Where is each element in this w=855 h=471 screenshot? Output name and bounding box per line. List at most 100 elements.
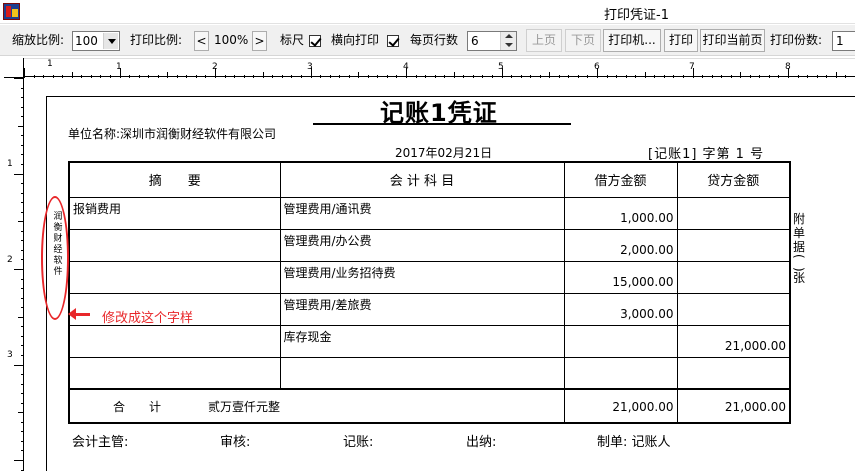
ruler-corner — [4, 58, 24, 78]
row-debit: 3,000.00 — [563, 292, 678, 326]
zoom-value: 100 — [75, 34, 98, 48]
voucher-number: [记账1] 字第 1 号 — [648, 147, 765, 162]
header-summary: 摘 要 — [68, 161, 281, 198]
row-account: 管理费用/办公费 — [279, 228, 565, 262]
row-summary — [68, 260, 281, 294]
row-debit — [563, 356, 678, 390]
total-row: 合 计 贰万壹仟元整 21,000.00 21,000.00 — [68, 388, 791, 424]
h-ruler-label: 6 — [594, 62, 600, 72]
copies-value: 1 — [836, 34, 844, 48]
total-credit: 21,000.00 — [676, 388, 791, 424]
title-underline — [313, 123, 571, 125]
header-account: 会 计 科 目 — [279, 161, 565, 198]
copies-label: 打印份数: — [770, 33, 823, 47]
row-credit — [676, 292, 791, 326]
annotation-note: 修改成这个字样 — [102, 311, 194, 326]
h-ruler-label: 4 — [403, 62, 409, 72]
header-debit: 借方金额 — [563, 161, 678, 198]
app-logo-icon — [3, 3, 20, 20]
scale-decrease-button[interactable]: < — [194, 31, 209, 51]
row-summary: 报销费用 — [68, 196, 281, 230]
row-credit — [676, 228, 791, 262]
voucher-date: 2017年02月21日 — [395, 146, 493, 160]
row-credit: 21,000.00 — [676, 324, 791, 358]
total-amount-words: 贰万壹仟元整 — [208, 399, 281, 414]
zoom-label: 缩放比例: — [12, 33, 65, 47]
annotation-arrow-shaft — [72, 313, 90, 316]
ruler-checkbox[interactable] — [309, 35, 321, 47]
attachment-prefix: 附单据 — [792, 212, 805, 254]
rows-per-page-stepper[interactable]: 6 — [467, 31, 517, 51]
landscape-checkbox[interactable] — [387, 35, 399, 47]
prev-page-button[interactable]: 上页 — [526, 29, 562, 52]
table-row: 管理费用/办公费 2,000.00 — [68, 228, 791, 262]
row-account: 管理费用/通讯费 — [279, 196, 565, 230]
horizontal-ruler: 1 1 2 3 4 5 6 7 8 — [24, 58, 855, 78]
h-ruler-label: 8 — [785, 62, 791, 72]
vertical-ruler: 1 2 3 — [4, 78, 24, 471]
print-button[interactable]: 打印 — [664, 29, 698, 52]
header-credit: 贷方金额 — [676, 161, 791, 198]
total-debit: 21,000.00 — [563, 388, 678, 424]
unit-name: 深圳市润衡财经软件有限公司 — [120, 127, 277, 141]
footer-supervisor: 会计主管: — [72, 435, 129, 450]
row-account: 管理费用/业务招待费 — [279, 260, 565, 294]
window-title: 打印凭证-1 — [604, 8, 669, 23]
table-row: 库存现金 21,000.00 — [68, 324, 791, 358]
print-scale-label: 打印比例: — [130, 33, 183, 47]
unit-name-line: 单位名称:深圳市润衡财经软件有限公司 — [68, 125, 276, 142]
vertical-ruler-ticks — [14, 78, 24, 471]
table-row: 报销费用 管理费用/通讯费 1,000.00 — [68, 196, 791, 230]
row-credit — [676, 260, 791, 294]
print-toolbar: 缩放比例: 100 打印比例: < 100% > 标尺 横向打印 每页行数 6 … — [0, 25, 855, 56]
attachment-count: 附单据 ( ) 张 — [792, 212, 806, 285]
row-summary — [68, 228, 281, 262]
next-page-button[interactable]: 下页 — [565, 29, 601, 52]
title-bar: 打印凭证-1 — [0, 0, 855, 24]
total-label: 合 计 — [113, 399, 162, 414]
h-ruler-label: 2 — [212, 62, 218, 72]
copies-stepper[interactable]: 1 — [832, 31, 855, 51]
row-debit: 1,000.00 — [563, 196, 678, 230]
ruler-label: 标尺 — [280, 33, 305, 47]
attachment-paren-open: ( — [792, 254, 806, 259]
v-ruler-label: 3 — [7, 350, 13, 360]
h-ruler-label: 3 — [307, 62, 313, 72]
table-row: 管理费用/业务招待费 15,000.00 — [68, 260, 791, 294]
annotation-ellipse — [41, 196, 69, 320]
h-ruler-label: 5 — [498, 62, 504, 72]
row-credit — [676, 356, 791, 390]
footer-cashier: 出纳: — [466, 435, 497, 450]
row-summary — [68, 324, 281, 358]
voucher-table: 摘 要 会 计 科 目 借方金额 贷方金额 报销费用 管理费用/通讯费 1,00… — [68, 161, 791, 424]
h-ruler-label: 1 — [116, 62, 122, 72]
v-ruler-label: 2 — [7, 255, 13, 265]
row-account: 库存现金 — [279, 324, 565, 358]
attachment-suffix: 张 — [792, 271, 805, 286]
footer-maker: 制单: 记账人 — [597, 435, 671, 450]
footer-bookkeeper: 记账: — [343, 435, 374, 450]
print-voucher-window: 打印凭证-1 缩放比例: 100 打印比例: < 100% > 标尺 横向打印 … — [0, 0, 855, 471]
zoom-select[interactable]: 100 — [72, 31, 120, 51]
landscape-label: 横向打印 — [331, 33, 380, 47]
row-summary — [68, 356, 281, 390]
row-debit: 15,000.00 — [563, 260, 678, 294]
voucher-header-row: 摘 要 会 计 科 目 借方金额 贷方金额 — [68, 161, 791, 198]
table-row — [68, 356, 791, 390]
printer-button[interactable]: 打印机... — [603, 29, 661, 52]
spin-arrows-icon[interactable] — [500, 32, 516, 50]
row-debit: 2,000.00 — [563, 228, 678, 262]
horizontal-ruler-ticks — [24, 68, 846, 78]
unit-label: 单位名称: — [68, 127, 121, 141]
row-account: 管理费用/差旅费 — [279, 292, 565, 326]
h-ruler-label: 1 — [47, 59, 53, 69]
print-current-page-button[interactable]: 打印当前页 — [700, 29, 765, 52]
scale-increase-button[interactable]: > — [252, 31, 267, 51]
row-credit — [676, 196, 791, 230]
h-ruler-label: 7 — [689, 62, 695, 72]
total-cell: 合 计 贰万壹仟元整 — [68, 388, 565, 424]
chevron-down-icon[interactable] — [103, 33, 118, 49]
print-scale-value: 100% — [214, 33, 249, 47]
v-ruler-label: 1 — [7, 159, 13, 169]
rows-per-page-value: 6 — [471, 34, 479, 48]
